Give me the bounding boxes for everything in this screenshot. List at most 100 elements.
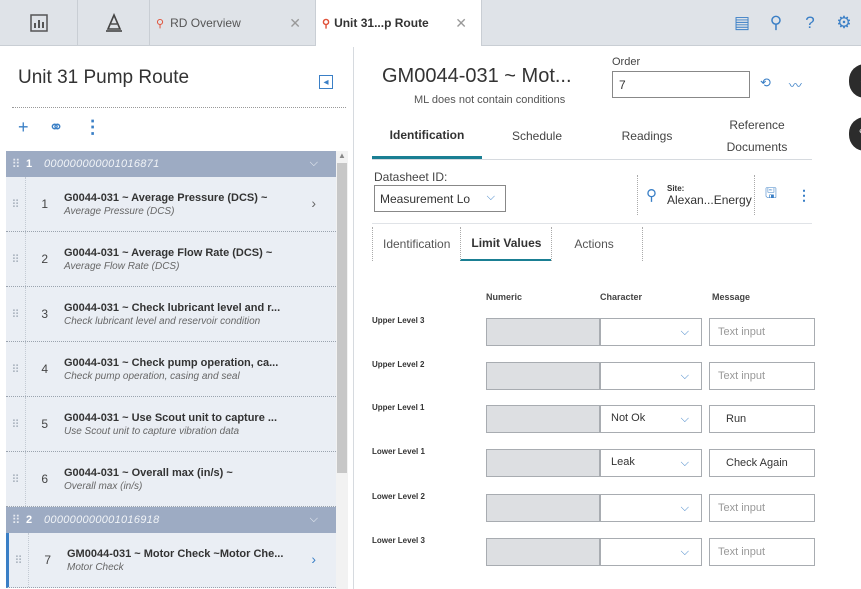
subtab-actions[interactable]: Actions	[551, 227, 643, 261]
notes-icon[interactable]: ▤	[725, 13, 759, 33]
more-vertical-icon[interactable]: ⋮	[797, 187, 811, 204]
datasheet-select[interactable]: Measurement Lo ⌵	[374, 185, 506, 212]
subtabs: Identification Limit Values Actions	[372, 227, 643, 261]
column-header-character: Character	[600, 292, 643, 302]
numeric-input[interactable]	[486, 494, 600, 522]
divider	[12, 107, 346, 108]
chevron-down-icon: ⌵	[486, 191, 495, 203]
help-icon[interactable]: ?	[793, 13, 827, 33]
scroll-up-icon[interactable]: ▲	[338, 151, 346, 160]
subtab-identification[interactable]: Identification	[372, 227, 460, 261]
list-item[interactable]: ⠿ 5 G0044-031 ~ Use Scout unit to captur…	[6, 397, 336, 452]
drag-handle-icon[interactable]: ⠿	[6, 397, 26, 451]
list-item[interactable]: ⠿ 3 G0044-031 ~ Check lubricant level an…	[6, 287, 336, 342]
chevron-down-icon: ⌵	[680, 370, 689, 382]
tab-readings[interactable]: Readings	[592, 113, 702, 159]
tab-schedule[interactable]: Schedule	[482, 113, 592, 159]
limit-row: Lower Level 3 ⌵ Text input	[372, 534, 822, 566]
drag-handle-icon[interactable]: ⠿	[9, 533, 29, 587]
message-input[interactable]: Text input	[709, 362, 815, 390]
tab-unit-route[interactable]: ⚲ Unit 31...p Route ✕	[316, 0, 482, 46]
tab-rd-overview-label: RD Overview	[170, 16, 241, 30]
save-icon[interactable]: 🖫	[765, 183, 777, 207]
more-vertical-icon[interactable]: ⋮	[84, 117, 102, 138]
route-map-icon: ⚲	[156, 17, 165, 30]
list-item[interactable]: ⠿ 7 GM0044-031 ~ Motor Check ~Motor Che.…	[6, 533, 336, 588]
limit-row: Lower Level 1 Leak ⌵ Check Again	[372, 445, 822, 477]
numeric-input[interactable]	[486, 405, 600, 433]
numeric-input[interactable]	[486, 449, 600, 477]
list-item[interactable]: ⠿ 2 G0044-031 ~ Average Flow Rate (DCS) …	[6, 232, 336, 287]
chevron-down-icon: ⌵	[680, 413, 689, 425]
chevron-down-icon: ⌵	[680, 457, 689, 469]
route-icon	[105, 13, 122, 32]
message-input[interactable]: Check Again	[709, 449, 815, 477]
close-icon[interactable]: ✕	[289, 15, 301, 32]
drag-handle-icon[interactable]: ⠿	[6, 157, 26, 171]
detail-title: GM0044-031 ~ Mot...	[382, 65, 572, 87]
drag-handle-icon[interactable]: ⠿	[6, 177, 26, 231]
divider	[372, 159, 812, 160]
character-select[interactable]: ⌵	[600, 362, 702, 390]
datasheet-label: Datasheet ID:	[374, 170, 448, 184]
character-select[interactable]: ⌵	[600, 494, 702, 522]
group-header[interactable]: ⠿ 2 000000000001016918 ⌵	[6, 507, 336, 533]
drag-handle-icon[interactable]: ⠿	[6, 287, 26, 341]
numeric-input[interactable]	[486, 318, 600, 346]
character-select[interactable]: ⌵	[600, 538, 702, 566]
drag-handle-icon[interactable]: ⠿	[6, 232, 26, 286]
chevron-down-icon[interactable]: ⌵	[310, 513, 318, 526]
detail-subtitle: ML does not contain conditions	[414, 94, 566, 106]
message-input[interactable]: Text input	[709, 494, 815, 522]
pin-icon[interactable]: ✎	[849, 117, 861, 151]
message-input[interactable]: Text input	[709, 538, 815, 566]
column-header-numeric: Numeric	[486, 292, 523, 302]
character-select[interactable]: Not Ok ⌵	[600, 405, 702, 433]
numeric-input[interactable]	[486, 362, 600, 390]
chevron-down-icon[interactable]: ⌵	[310, 157, 318, 170]
order-input[interactable]: 7	[612, 71, 750, 98]
collapse-panel-button[interactable]: ◂	[319, 75, 333, 89]
dashboard-tab[interactable]	[0, 0, 78, 46]
tab-rd-overview[interactable]: ⚲ RD Overview ✕	[150, 0, 316, 46]
list-item[interactable]: ⠿ 6 G0044-031 ~ Overall max (in/s) ~ Over…	[6, 452, 336, 507]
search-icon[interactable]: ⚲	[759, 13, 793, 33]
list-item[interactable]: ⠿ 4 G0044-031 ~ Check pump operation, ca…	[6, 342, 336, 397]
site-value: Alexan...Energy	[667, 192, 752, 207]
subtab-limit-values[interactable]: Limit Values	[460, 227, 552, 261]
scrollbar[interactable]: ▲	[336, 151, 348, 589]
message-input[interactable]: Run	[709, 405, 815, 433]
chevron-right-icon[interactable]: ›	[311, 551, 316, 567]
close-icon[interactable]: ✕	[455, 15, 467, 32]
route-tab[interactable]	[78, 0, 150, 46]
divider	[372, 223, 812, 224]
drag-handle-icon[interactable]: ⠿	[6, 513, 26, 527]
chevron-right-icon[interactable]: ›	[311, 195, 316, 211]
tab-reference-documents[interactable]: Reference Documents	[702, 113, 812, 159]
page-title: Unit 31 Pump Route	[18, 67, 190, 88]
column-header-message: Message	[712, 292, 751, 302]
chevron-down-icon: ⌵	[680, 502, 689, 514]
trend-icon[interactable]: 〰	[789, 75, 802, 94]
expand-icon[interactable]: ◂	[849, 64, 861, 98]
tab-identification[interactable]: Identification	[372, 113, 482, 159]
character-select[interactable]: Leak ⌵	[600, 449, 702, 477]
message-input[interactable]: Text input	[709, 318, 815, 346]
route-map-icon: ⚲	[322, 17, 331, 30]
detail-panel: GM0044-031 ~ Mot... ML does not contain …	[354, 47, 861, 589]
numeric-input[interactable]	[486, 538, 600, 566]
limit-row: Upper Level 2 ⌵ Text input	[372, 358, 822, 390]
gear-icon[interactable]: ⚙	[827, 13, 861, 33]
add-icon[interactable]: +	[18, 117, 29, 138]
scrollbar-thumb[interactable]	[337, 163, 347, 473]
drag-handle-icon[interactable]: ⠿	[6, 452, 26, 506]
binoculars-icon[interactable]: ⚭	[49, 117, 64, 138]
character-select[interactable]: ⌵	[600, 318, 702, 346]
drag-handle-icon[interactable]: ⠿	[6, 342, 26, 396]
group-header[interactable]: ⠿ 1 000000000001016871 ⌵	[6, 151, 336, 177]
limit-row: Upper Level 1 Not Ok ⌵ Run	[372, 401, 822, 433]
tab-unit-route-label: Unit 31...p Route	[334, 16, 429, 30]
refresh-icon[interactable]: ⟲	[760, 75, 771, 94]
list-item[interactable]: ⠿ 1 G0044-031 ~ Average Pressure (DCS) ~…	[6, 177, 336, 232]
order-label: Order	[612, 56, 641, 68]
